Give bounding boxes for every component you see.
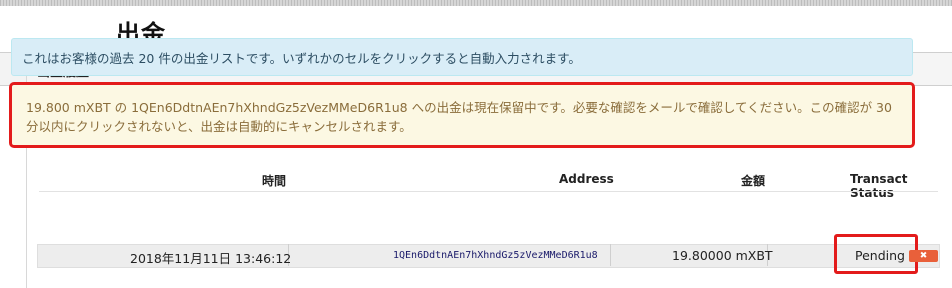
cancel-withdrawal-button[interactable]: ✖ (909, 250, 938, 262)
info-alert-text: これはお客様の過去 20 件の出金リストです。いずれかのセルをクリックすると自動… (22, 51, 581, 66)
top-border-strip (0, 0, 952, 6)
pending-warning-alert: 19.800 mXBT の 1QEn6DdtnAEn7hXhndGz5zVezM… (9, 82, 915, 148)
column-header-amount: 金額 (741, 174, 766, 188)
table-header-divider (39, 191, 938, 192)
info-alert: これはお客様の過去 20 件の出金リストです。いずれかのセルをクリックすると自動… (11, 38, 913, 76)
column-header-status: Transact Status (850, 172, 908, 200)
row-address-cell[interactable]: 1QEn6DdtnAEn7hXhndGz5zVezMMeD6R1u8 (393, 250, 598, 261)
close-icon: ✖ (919, 251, 928, 261)
column-divider (610, 244, 611, 266)
column-header-address: Address (559, 172, 614, 186)
row-amount-cell[interactable]: 19.80000 mXBT (672, 248, 773, 263)
status-highlight-box (834, 234, 918, 274)
row-time-cell[interactable]: 2018年11月11日 13:46:12 (130, 248, 291, 267)
column-header-time: 時間 (262, 174, 287, 188)
pending-warning-text: 19.800 mXBT の 1QEn6DdtnAEn7hXhndGz5zVezM… (26, 100, 892, 134)
